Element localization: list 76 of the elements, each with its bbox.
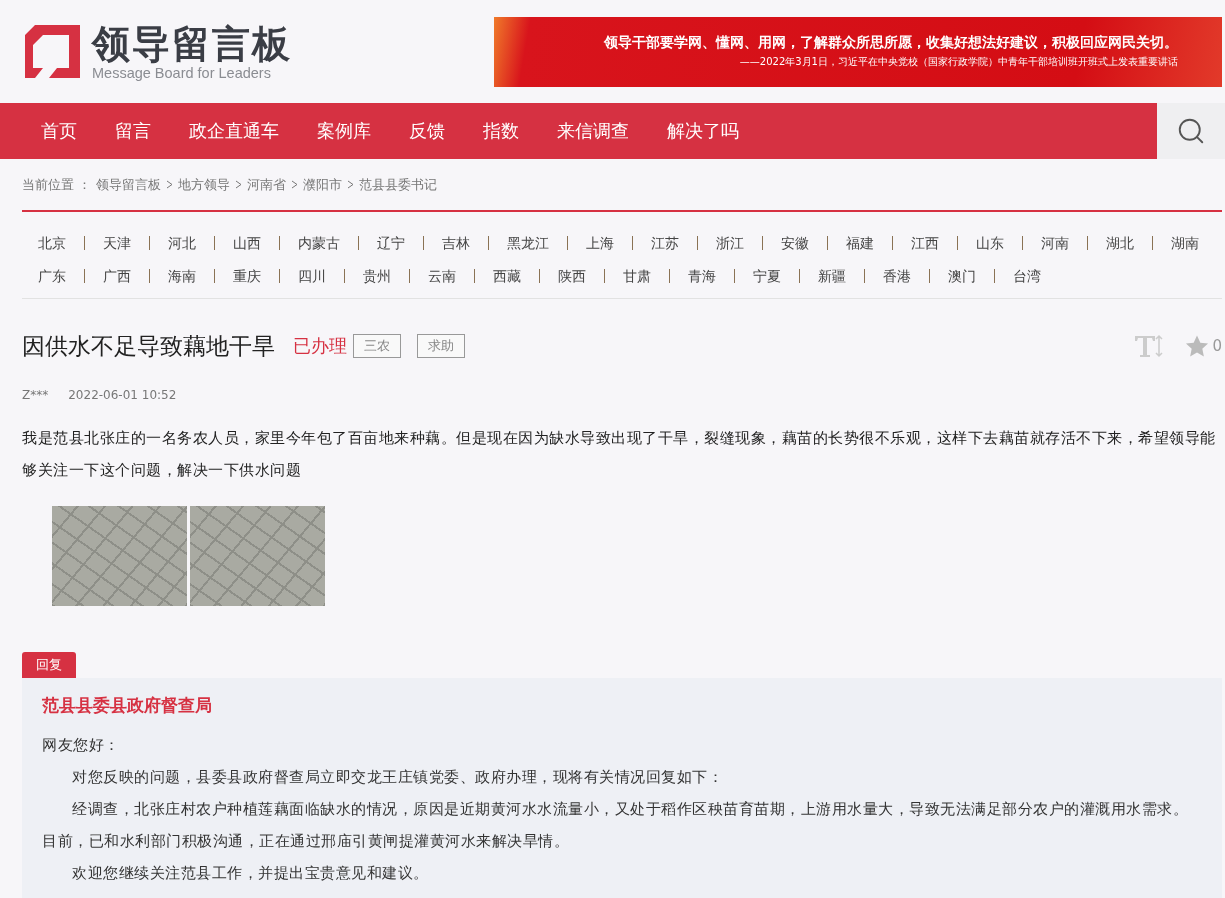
region-link[interactable]: 内蒙古 [298, 235, 359, 250]
quote-banner[interactable]: 领导干部要学网、懂网、用网，了解群众所思所愿，收集好想法好建议，积极回应网民关切。 ——2022年3月1日，习近平在中央党校（国家行政学院）中青年干部培训班开班式上发表重要讲话 [494, 16, 1222, 87]
breadcrumb-link[interactable]: 濮阳市 [303, 175, 343, 194]
banner-quote: 领导干部要学网、懂网、用网，了解群众所思所愿，收集好想法好建议，积极回应网民关切。 [604, 34, 1178, 52]
region-link[interactable]: 黑龙江 [507, 235, 568, 250]
favorite-count: 0 [1212, 337, 1222, 355]
reply-department: 范县县委县政府督查局 [42, 694, 213, 717]
region-link[interactable]: 浙江 [716, 235, 763, 250]
region-link[interactable]: 上海 [586, 235, 633, 250]
chevron-icon [166, 180, 174, 189]
reply-paragraph: 欢迎您继续关注范县工作，并提出宝贵意见和建议。 [71, 863, 430, 884]
nav-link[interactable]: 案例库 [317, 119, 371, 143]
region-link[interactable]: 辽宁 [377, 235, 424, 250]
region-link[interactable]: 贵州 [363, 268, 410, 283]
region-link[interactable]: 云南 [428, 268, 475, 283]
search-button[interactable] [1157, 103, 1225, 159]
photo-placeholder[interactable] [190, 506, 325, 606]
region-link[interactable]: 台湾 [1013, 268, 1059, 283]
region-link[interactable]: 北京 [38, 235, 85, 250]
region-link[interactable]: 香港 [883, 268, 930, 283]
region-link[interactable]: 海南 [168, 268, 215, 283]
nav-link[interactable]: 留言 [115, 119, 151, 143]
search-icon [1176, 116, 1206, 146]
font-size-icon[interactable] [1134, 333, 1165, 359]
breadcrumb-link[interactable]: 领导留言板 [96, 175, 162, 194]
category-tag: 求助 [417, 334, 465, 358]
region-link[interactable]: 安徽 [781, 235, 828, 250]
nav-link[interactable]: 反馈 [409, 119, 445, 143]
post-time: 2022-06-01 10:52 [68, 388, 177, 402]
breadcrumb-label: 当前位置 ： [22, 175, 92, 194]
logo-icon [25, 25, 80, 78]
reply-paragraph: 经调查，北张庄村农户种植莲藕面临缺水的情况，原因是近期黄河水水流量小，又处于稻作区秧苗育苗期，上游用水量大，导致无法满足部分农户的灌溉用水需求。目前，已和水利部门积极沟通，正在通过邢庙引黄闸提灌黄河水来解决旱情。 [42, 799, 1189, 852]
breadcrumb-link[interactable]: 河南省 [247, 175, 287, 194]
author-name: Z*** [22, 388, 49, 402]
region-link[interactable]: 河南 [1041, 235, 1088, 250]
logo-title: 领导留言板 [92, 22, 292, 65]
region-link[interactable]: 新疆 [818, 268, 865, 283]
nav-link[interactable]: 指数 [483, 119, 519, 143]
region-link[interactable]: 山东 [976, 235, 1023, 250]
reply-greeting: 网友您好： [42, 735, 121, 756]
region-link[interactable]: 陕西 [558, 268, 605, 283]
region-link[interactable]: 广西 [103, 268, 150, 283]
chevron-icon [291, 180, 299, 189]
region-link[interactable]: 四川 [298, 268, 345, 283]
region-link[interactable]: 江苏 [651, 235, 698, 250]
post-body: 我是范县北张庄的一名务农人员，家里今年包了百亩地来种藕。但是现在因为缺水导致出现了干旱，裂缝现象，藕苗的长势很不乐观，这样下去藕苗就存活不下来，希望领导能够关注一下这个问题，解决一下供水问题 [22, 428, 1217, 481]
region-link[interactable]: 吉林 [442, 235, 489, 250]
region-link[interactable]: 湖北 [1106, 235, 1153, 250]
region-link[interactable]: 福建 [846, 235, 893, 250]
breadcrumb-link[interactable]: 地方领导 [178, 175, 231, 194]
chevron-icon [347, 180, 355, 189]
reply-paragraph: 对您反映的问题，县委县政府督查局立即交龙王庄镇党委、政府办理，现将有关情况回复如下： [71, 767, 724, 788]
region-link[interactable]: 西藏 [493, 268, 540, 283]
region-link[interactable]: 广东 [38, 268, 85, 283]
nav-link[interactable]: 首页 [41, 119, 77, 143]
post-title: 因供水不足导致藕地干旱 [22, 331, 275, 361]
region-link[interactable]: 河北 [168, 235, 215, 250]
banner-source: ——2022年3月1日，习近平在中央党校（国家行政学院）中青年干部培训班开班式上发表重要讲话 [739, 55, 1178, 69]
region-link[interactable]: 湖南 [1171, 235, 1217, 250]
nav-link[interactable]: 政企直通车 [189, 119, 279, 143]
chevron-icon [235, 180, 243, 189]
logo-subtitle: Message Board for Leaders [92, 64, 272, 81]
status-label: 已办理 [293, 334, 347, 358]
region-link[interactable]: 重庆 [233, 268, 280, 283]
region-link[interactable]: 天津 [103, 235, 150, 250]
breadcrumb-link[interactable]: 范县县委书记 [359, 175, 438, 194]
region-link[interactable]: 青海 [688, 268, 735, 283]
region-link[interactable]: 山西 [233, 235, 280, 250]
photo-placeholder[interactable] [52, 506, 187, 606]
region-link[interactable]: 江西 [911, 235, 958, 250]
nav-link[interactable]: 解决了吗 [667, 119, 739, 143]
region-link[interactable]: 甘肃 [623, 268, 670, 283]
category-tag: 三农 [353, 334, 401, 358]
region-link[interactable]: 宁夏 [753, 268, 800, 283]
nav-link[interactable]: 来信调查 [557, 119, 629, 143]
region-link[interactable]: 澳门 [948, 268, 995, 283]
